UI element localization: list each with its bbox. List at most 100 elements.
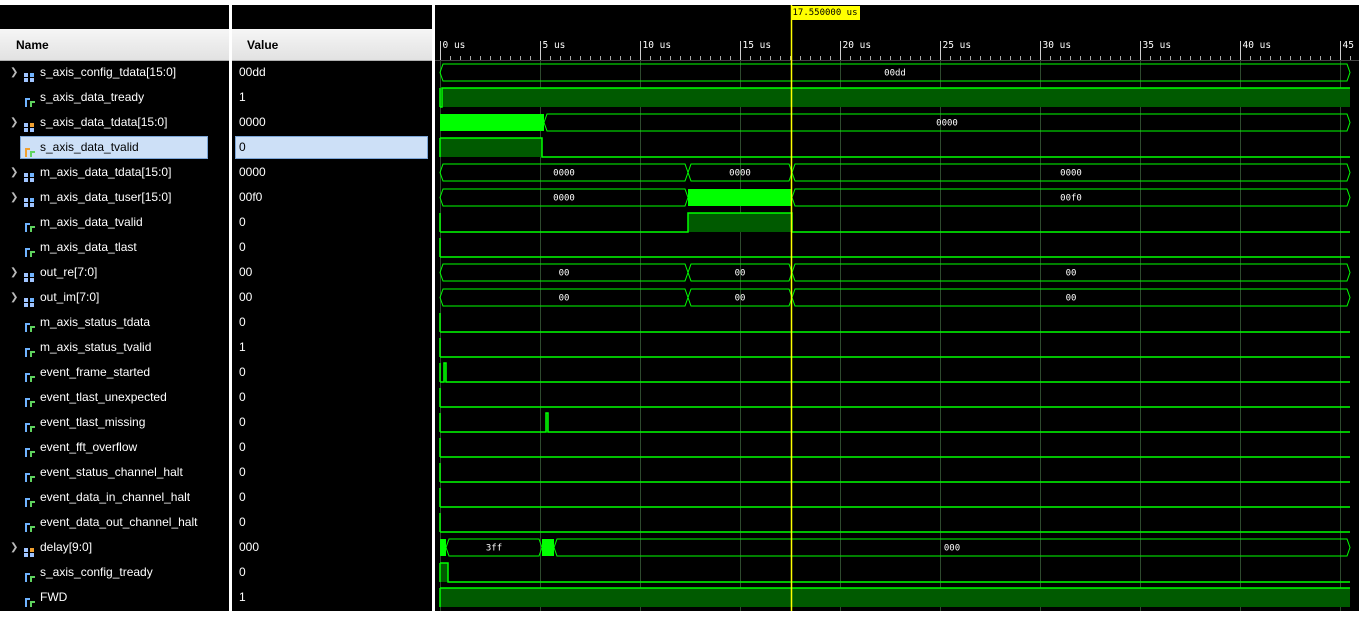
signal-row[interactable]: ❯ out_re[7:0] xyxy=(0,260,229,285)
signal-row[interactable]: m_axis_status_tdata xyxy=(0,310,229,335)
signal-row[interactable]: event_status_channel_halt xyxy=(0,460,229,485)
value-row[interactable]: 00dd xyxy=(232,60,432,85)
signal-value: 000 xyxy=(239,540,260,554)
ruler-tick-label: 35 us xyxy=(1143,40,1172,51)
wave-dense-block xyxy=(440,539,446,556)
expand-chevron-icon[interactable]: ❯ xyxy=(10,285,20,310)
signal-row[interactable]: ❯ delay[9:0] xyxy=(0,535,229,560)
waveform-row[interactable] xyxy=(439,412,1350,433)
signal-row[interactable]: FWD xyxy=(0,585,229,610)
value-row[interactable]: 000 xyxy=(232,535,432,560)
signal-row[interactable]: event_tlast_missing xyxy=(0,410,229,435)
value-row[interactable]: 0 xyxy=(232,385,432,410)
value-row[interactable]: 0000 xyxy=(232,110,432,135)
signal-value: 0 xyxy=(239,365,246,379)
waveform-row[interactable] xyxy=(439,362,1350,383)
expand-chevron-icon[interactable]: ❯ xyxy=(10,60,20,85)
expand-chevron-icon[interactable]: ❯ xyxy=(10,260,20,285)
signal-name: FWD xyxy=(40,590,68,604)
expand-chevron-icon[interactable]: ❯ xyxy=(10,160,20,185)
signal-value: 00f0 xyxy=(239,190,263,204)
signal-name: event_data_in_channel_halt xyxy=(40,490,191,504)
signal-row[interactable]: ❯ m_axis_data_tdata[15:0] xyxy=(0,160,229,185)
value-row[interactable]: 1 xyxy=(232,335,432,360)
signal-row[interactable]: m_axis_data_tlast xyxy=(0,235,229,260)
waveform-row[interactable] xyxy=(439,313,1350,333)
waveform-row[interactable] xyxy=(439,463,1350,483)
signal-row[interactable]: event_frame_started xyxy=(0,360,229,385)
value-column-header[interactable]: Value xyxy=(232,29,432,61)
ruler-tick-label: 30 us xyxy=(1043,40,1072,51)
signal-row[interactable]: m_axis_status_tvalid xyxy=(0,335,229,360)
cursor-time-label[interactable]: 17.550000 us xyxy=(790,6,860,20)
value-row[interactable]: 0 xyxy=(232,435,432,460)
signal-row[interactable]: m_axis_data_tvalid xyxy=(0,210,229,235)
value-row[interactable]: 0 xyxy=(232,310,432,335)
expand-chevron-icon[interactable]: ❯ xyxy=(10,110,20,135)
name-panel: Name ❯ s_axis_config_tdata[15:0] s_axis_da… xyxy=(0,5,229,611)
expand-chevron-icon[interactable]: ❯ xyxy=(10,185,20,210)
waveform-row[interactable]: 3ff 000 xyxy=(440,538,1351,557)
bit-icon xyxy=(24,242,36,257)
waveform-row[interactable] xyxy=(439,513,1350,533)
signal-value: 0 xyxy=(239,440,246,454)
ruler-tick-label: 40 us xyxy=(1243,40,1272,51)
value-row[interactable]: 00f0 xyxy=(232,185,432,210)
waveform-row[interactable] xyxy=(439,587,1350,607)
signal-row[interactable]: s_axis_data_tready xyxy=(0,85,229,110)
waveform-row[interactable]: 00dd xyxy=(439,63,1351,82)
value-row[interactable]: 0 xyxy=(232,485,432,510)
value-row[interactable]: 0 xyxy=(232,135,432,160)
waveform-row[interactable] xyxy=(439,87,1350,108)
signal-row[interactable]: ❯ s_axis_data_tdata[15:0] xyxy=(0,110,229,135)
bit-icon xyxy=(24,367,36,382)
wave-high-fill xyxy=(440,563,448,582)
signal-value: 1 xyxy=(239,90,246,104)
waveform-row[interactable]: 0000 0000 0000 xyxy=(439,163,1351,182)
value-row[interactable]: 0 xyxy=(232,360,432,385)
value-row[interactable]: 00 xyxy=(232,285,432,310)
waveform-row[interactable]: 00 00 00 xyxy=(439,288,1351,307)
signal-name: event_tlast_unexpected xyxy=(40,390,167,404)
waveform-row[interactable]: 0000 xyxy=(440,113,1351,132)
value-row[interactable]: 0 xyxy=(232,510,432,535)
value-row[interactable]: 0 xyxy=(232,560,432,585)
signal-row[interactable]: s_axis_config_tready xyxy=(0,560,229,585)
value-row[interactable]: 0 xyxy=(232,460,432,485)
wave-line xyxy=(440,212,1350,233)
name-column-header[interactable]: Name xyxy=(0,29,229,61)
signal-row[interactable]: event_fft_overflow xyxy=(0,435,229,460)
value-row[interactable]: 0 xyxy=(232,410,432,435)
value-row[interactable]: 0 xyxy=(232,210,432,235)
signal-row[interactable]: s_axis_data_tvalid xyxy=(0,135,229,160)
waveform-row[interactable] xyxy=(439,488,1350,508)
signal-name: event_data_out_channel_halt xyxy=(40,515,198,529)
waveform-canvas[interactable]: 0 us 5 us 10 us 15 us 20 us 25 us 30 us 35 us 40… xyxy=(435,5,1359,611)
waveform-row[interactable] xyxy=(439,338,1350,358)
value-row[interactable]: 1 xyxy=(232,585,432,610)
wave-bus-value: 0000 xyxy=(729,169,751,179)
waveform-row[interactable] xyxy=(439,438,1350,458)
waveform-row[interactable]: 00 00 00 xyxy=(439,263,1351,282)
signal-name: s_axis_config_tready xyxy=(40,565,153,579)
signal-row[interactable]: event_data_out_channel_halt xyxy=(0,510,229,535)
waveform-row[interactable]: 0000 00f0 xyxy=(439,188,1351,207)
waveform-row[interactable] xyxy=(439,137,1350,158)
signal-row[interactable]: ❯ m_axis_data_tuser[15:0] xyxy=(0,185,229,210)
value-row[interactable]: 1 xyxy=(232,85,432,110)
waveform-row[interactable] xyxy=(439,388,1350,408)
signal-row[interactable]: ❯ out_im[7:0] xyxy=(0,285,229,310)
waveform-row[interactable] xyxy=(439,562,1350,583)
wave-high-fill xyxy=(688,213,792,232)
signal-row[interactable]: event_tlast_unexpected xyxy=(0,385,229,410)
value-row[interactable]: 0 xyxy=(232,235,432,260)
expand-chevron-icon[interactable]: ❯ xyxy=(10,535,20,560)
value-row[interactable]: 0000 xyxy=(232,160,432,185)
signal-row[interactable]: ❯ s_axis_config_tdata[15:0] xyxy=(0,60,229,85)
value-row[interactable]: 00 xyxy=(232,260,432,285)
waveform-row[interactable] xyxy=(439,238,1350,258)
wave-bus-value: 0000 xyxy=(553,169,575,179)
waveform-row[interactable] xyxy=(439,212,1350,233)
waveform-panel[interactable]: 0 us 5 us 10 us 15 us 20 us 25 us 30 us 35 us 40… xyxy=(435,5,1359,611)
signal-row[interactable]: event_data_in_channel_halt xyxy=(0,485,229,510)
